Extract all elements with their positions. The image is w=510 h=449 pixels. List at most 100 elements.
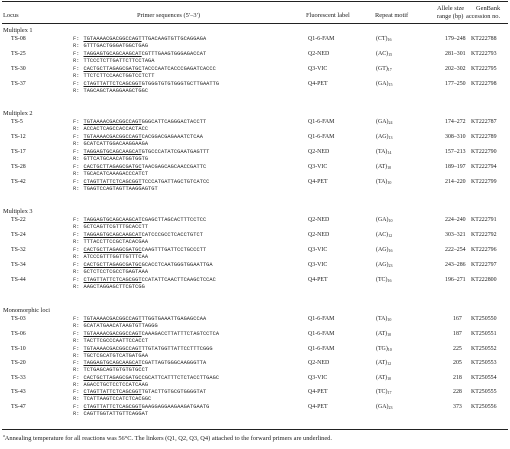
- linker-sequence: CACTGCTTAGAGCGATGC: [83, 262, 142, 269]
- reverse-sequence: TCTGAGCAGTGTGTGTGCCT: [83, 367, 149, 374]
- repeat-motif: (GA): [376, 80, 389, 87]
- repeat-motif-cell: (AG)16: [376, 247, 392, 254]
- forward-label: F:: [73, 374, 80, 381]
- forward-sequence: CGTTTGAAGTGGGAGACCAT: [141, 51, 207, 58]
- linker-sequence: CTAGTTATTCTCAGCGGT: [83, 404, 142, 410]
- locus-cell: TS-24: [11, 232, 26, 239]
- allele-range-cell: 177–250: [445, 80, 466, 87]
- reverse-label: R:: [73, 323, 80, 330]
- linker-sequence: TGTAAAACGACGGCCAGT: [83, 345, 142, 352]
- header-range-line2: range (bp): [437, 12, 464, 20]
- table-row: TS-24 F: TAGGAGTGCAGCAAGCATCATCCCGCCTCACCT…: [0, 232, 510, 247]
- accession-cell: KT250555: [471, 389, 497, 396]
- reverse-primer: R: TGCTCGCATGTCATGATGAA: [73, 353, 148, 360]
- reverse-primer: R: TACTTCGCCCAATTCCACCT: [73, 338, 148, 345]
- header-motif: Repeat motif: [375, 12, 409, 19]
- forward-label: F:: [73, 51, 80, 58]
- forward-sequence: TACCCAATCACCCGAGATCACCC: [141, 66, 216, 72]
- accession-cell: KT250556: [471, 404, 497, 410]
- repeat-motif: (GA): [376, 404, 389, 410]
- forward-sequence: TGTACTTGTGCGTGGGGTAT: [141, 389, 207, 396]
- repeat-motif: (AG): [376, 262, 389, 269]
- locus-cell: TS-08: [11, 36, 26, 43]
- table-row: TS-33 F: CACTGCTTAGAGCGATGCCGCATTCATTTCTCT…: [0, 375, 510, 390]
- reverse-sequence: GCATCATTGGACAAGGAAGA: [83, 141, 149, 148]
- repeat-motif-cell: (AT)10: [376, 164, 391, 171]
- forward-sequence: CAAAGACCTTATTTCTAGTCCTCA: [141, 331, 220, 337]
- reverse-label: R:: [73, 43, 80, 50]
- locus-cell: TS-44: [11, 277, 26, 284]
- reverse-sequence: GTTTGACTGGGATGGCTGAG: [83, 43, 149, 50]
- reverse-label: R:: [73, 367, 80, 374]
- reverse-primer: R: GCATATGAACATAAGTGTTAGGG: [73, 323, 158, 330]
- fluorescent-label-cell: Q2-NED: [308, 51, 330, 58]
- allele-range-cell: 196–271: [445, 277, 466, 284]
- forward-sequence: CGCATTCATTTCTCTACCTTGAGC: [141, 374, 220, 381]
- reverse-label: R:: [73, 396, 80, 403]
- accession-cell: KT250550: [471, 316, 497, 323]
- reverse-primer: R: AAGCTAGGAGCTTCGTCGG: [73, 284, 145, 291]
- linker-sequence: TAGGAGTGCAGCAAGCAT: [83, 360, 142, 367]
- table-row: TS-20 F: TAGGAGTGCAGCAAGCATCGATTAGTGGGCAAG…: [0, 360, 510, 375]
- reverse-sequence: ATCCCGTTTGGTTGTTTCAA: [83, 254, 149, 261]
- allele-range-cell: 225: [453, 345, 462, 352]
- repeat-motif-cell: (GA)10: [376, 217, 392, 224]
- section-title: Multiplex 3: [3, 208, 33, 215]
- fluorescent-label-cell: Q3-VIC: [308, 247, 328, 254]
- forward-label: F:: [73, 217, 80, 224]
- reverse-primer: R: TTCTCTTCCAACTGGTCCTCTT: [73, 73, 155, 80]
- forward-sequence: GGGCATTCAGGGACTACCTT: [141, 119, 207, 126]
- reverse-sequence: TAGCAGCTAAGGAAGCTGGC: [83, 87, 149, 94]
- forward-sequence: TTGACAAGTGTTGCAGGAGA: [141, 36, 207, 43]
- accession-cell: KT250552: [471, 345, 497, 352]
- accession-cell: KT222790: [471, 149, 497, 156]
- reverse-label: R:: [73, 254, 80, 261]
- allele-range-cell: 308–310: [445, 134, 466, 141]
- allele-range-cell: 214–220: [445, 179, 466, 186]
- forward-sequence: TTGTATGGTTATTCCTTTCGGG: [141, 345, 213, 352]
- repeat-motif-cell: (AT)10: [376, 331, 391, 338]
- repeat-motif: (AT): [376, 331, 388, 337]
- reverse-label: R:: [73, 239, 80, 246]
- forward-label: F:: [73, 345, 80, 352]
- fluorescent-label-cell: Q4-PET: [308, 389, 328, 396]
- reverse-sequence: AAGCTAGGAGCTTCGTCGG: [83, 284, 145, 291]
- accession-cell: KT222788: [471, 36, 497, 43]
- forward-label: F:: [73, 149, 80, 156]
- reverse-label: R:: [73, 352, 80, 359]
- table-row: TS-30 F: CACTGCTTAGAGCGATGCTACCCAATCACCCGA…: [0, 66, 510, 81]
- forward-label: F:: [73, 360, 80, 367]
- allele-range-cell: 157–213: [445, 149, 466, 156]
- repeat-count: 16: [388, 248, 393, 254]
- linker-sequence: CACTGCTTAGAGCGATGC: [83, 374, 142, 381]
- table-row: TS-47 F: CTAGTTATTCTCAGCGGTGAAGGAGGAAGAAGA…: [0, 404, 510, 419]
- repeat-motif: (AC): [376, 51, 389, 58]
- forward-sequence: TAACGAGCAGCAACCGATTC: [141, 164, 207, 171]
- repeat-motif: (TC): [376, 277, 388, 284]
- reverse-primer: R: TCATTAAGTCCATCTCACGGC: [73, 396, 151, 403]
- repeat-motif-cell: (GA)23: [376, 404, 392, 411]
- reverse-sequence: TGCTCGCATGTCATGATGAA: [83, 352, 149, 359]
- reverse-primer: R: GCTCTCCTCGCCTGAGTAAA: [73, 269, 148, 276]
- accession-cell: KT222793: [471, 51, 497, 58]
- allele-range-cell: 228: [453, 389, 462, 396]
- repeat-count: 12: [387, 361, 392, 367]
- forward-label: F:: [73, 36, 80, 43]
- reverse-primer: R: TCTGAGCAGTGTGTGTGCCT: [73, 367, 148, 374]
- table-row: TS-37 F: CTAGTTATTCTCAGCGGTGTGGGTGTGTGGGTG…: [0, 81, 510, 96]
- reverse-sequence: TTCCCTCTTGATTCTTCCTAGA: [83, 58, 155, 65]
- table-row: TS-34 F: CACTGCTTAGAGCGATGCGCACCTCAATGGGTG…: [0, 262, 510, 277]
- fluorescent-label-cell: Q3-VIC: [308, 374, 328, 381]
- repeat-motif-cell: (AG)23: [376, 262, 392, 269]
- reverse-label: R:: [73, 141, 80, 148]
- fluorescent-label-cell: Q4-PET: [308, 179, 328, 186]
- linker-sequence: CTAGTTATTCTCAGCGGT: [83, 389, 142, 396]
- repeat-motif: (TC): [376, 389, 388, 396]
- locus-cell: TS-06: [11, 331, 26, 337]
- reverse-sequence: TACTTCGCCCAATTCCACCT: [83, 338, 149, 345]
- reverse-sequence: CAGTTGGTATTGTTCAGGAT: [83, 411, 149, 418]
- reverse-label: R:: [73, 58, 80, 65]
- repeat-motif: (GA): [376, 119, 389, 126]
- table-row: TS-17 F: TAGGAGTGCAGCAAGCATGTGCCCATATCGAAT…: [0, 149, 510, 164]
- reverse-primer: R: TGCACATCAAAGACCCATCT: [73, 171, 148, 178]
